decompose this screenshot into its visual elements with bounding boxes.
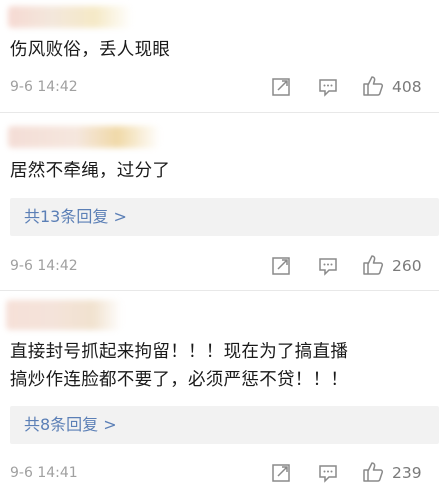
comment-icon[interactable] <box>317 76 339 98</box>
like-count: 260 <box>392 257 422 275</box>
share-icon[interactable] <box>270 76 292 98</box>
comment-text: 伤风败俗，丢人现眼 <box>10 40 171 60</box>
comment-text: 居然不牵绳，过分了 <box>10 161 171 181</box>
like-icon <box>363 462 384 482</box>
like-icon <box>363 255 384 275</box>
username-redacted <box>6 300 122 330</box>
comment-timestamp: 9-6 14:42 <box>10 258 78 274</box>
share-icon[interactable] <box>270 255 292 277</box>
comment-meta: 9-6 14:42 408 <box>0 74 439 100</box>
comment-text: 直接封号抓起来拘留！！！现在为了搞直播 搞炒作连脸都不要了，必须严惩不贷！！！ <box>10 342 349 390</box>
username-redacted <box>8 6 132 28</box>
comment-meta: 9-6 14:42 260 <box>0 253 439 279</box>
view-replies-link[interactable]: 共8条回复 > <box>24 406 117 444</box>
divider <box>0 112 439 113</box>
comment-list: 伤风败俗，丢人现眼 9-6 14:42 408 居然不牵绳，过分了 共13条回复… <box>0 0 439 498</box>
view-replies-link[interactable]: 共13条回复 > <box>24 198 127 236</box>
username-redacted <box>8 126 160 148</box>
comment-timestamp: 9-6 14:41 <box>10 465 78 481</box>
like-count: 239 <box>392 464 422 482</box>
share-icon[interactable] <box>270 462 292 484</box>
comment-icon[interactable] <box>317 255 339 277</box>
comment-timestamp: 9-6 14:42 <box>10 79 78 95</box>
like-icon <box>363 76 384 96</box>
comment-meta: 9-6 14:41 239 <box>0 460 439 486</box>
like-count: 408 <box>392 78 422 96</box>
reply-summary[interactable]: 共8条回复 > <box>10 406 439 444</box>
reply-summary[interactable]: 共13条回复 > <box>10 198 439 236</box>
divider <box>0 290 439 291</box>
comment-icon[interactable] <box>317 462 339 484</box>
